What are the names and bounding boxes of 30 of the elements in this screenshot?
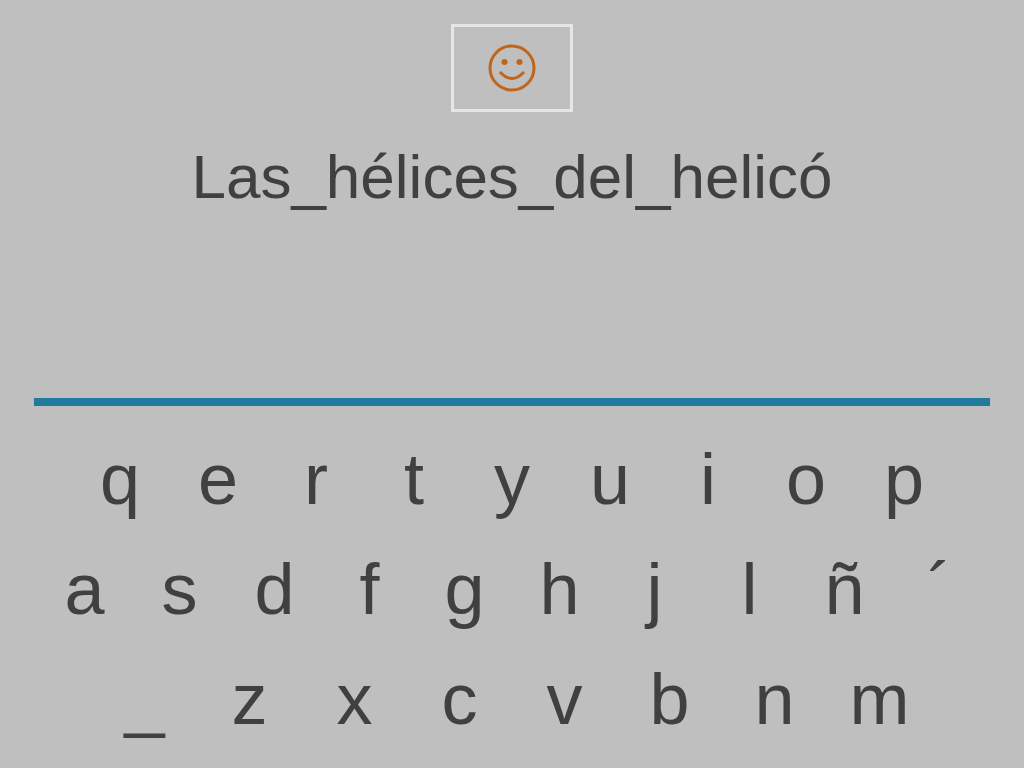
letter-key[interactable]: b (617, 644, 722, 754)
letter-key[interactable]: j (607, 534, 702, 644)
letter-key[interactable]: o (757, 424, 855, 534)
letter-key[interactable]: c (407, 644, 512, 754)
letter-key[interactable]: m (827, 644, 932, 754)
letter-key[interactable]: d (227, 534, 322, 644)
letter-key[interactable]: g (417, 534, 512, 644)
letter-key[interactable]: i (659, 424, 757, 534)
smiley-icon (487, 43, 537, 93)
letter-key[interactable]: t (365, 424, 463, 534)
letter-key[interactable]: y (463, 424, 561, 534)
hint-button[interactable] (451, 24, 573, 112)
letter-key[interactable]: l (702, 534, 797, 644)
letter-key[interactable]: u (561, 424, 659, 534)
letter-key[interactable]: n (722, 644, 827, 754)
letter-key[interactable]: s (132, 534, 227, 644)
letter-key[interactable]: e (169, 424, 267, 534)
letter-key[interactable]: ñ (797, 534, 892, 644)
letter-key[interactable]: q (71, 424, 169, 534)
letter-key[interactable]: _ (92, 644, 197, 754)
letter-key[interactable]: ´ (892, 534, 987, 644)
letter-key[interactable]: h (512, 534, 607, 644)
letter-key[interactable]: x (302, 644, 407, 754)
letter-key[interactable]: v (512, 644, 617, 754)
letter-key[interactable]: r (267, 424, 365, 534)
letter-key[interactable]: f (322, 534, 417, 644)
letter-key[interactable]: a (37, 534, 132, 644)
answer-text: Las_hélices_del_helicó (191, 146, 833, 208)
letter-key[interactable]: z (197, 644, 302, 754)
letter-key[interactable]: p (855, 424, 953, 534)
